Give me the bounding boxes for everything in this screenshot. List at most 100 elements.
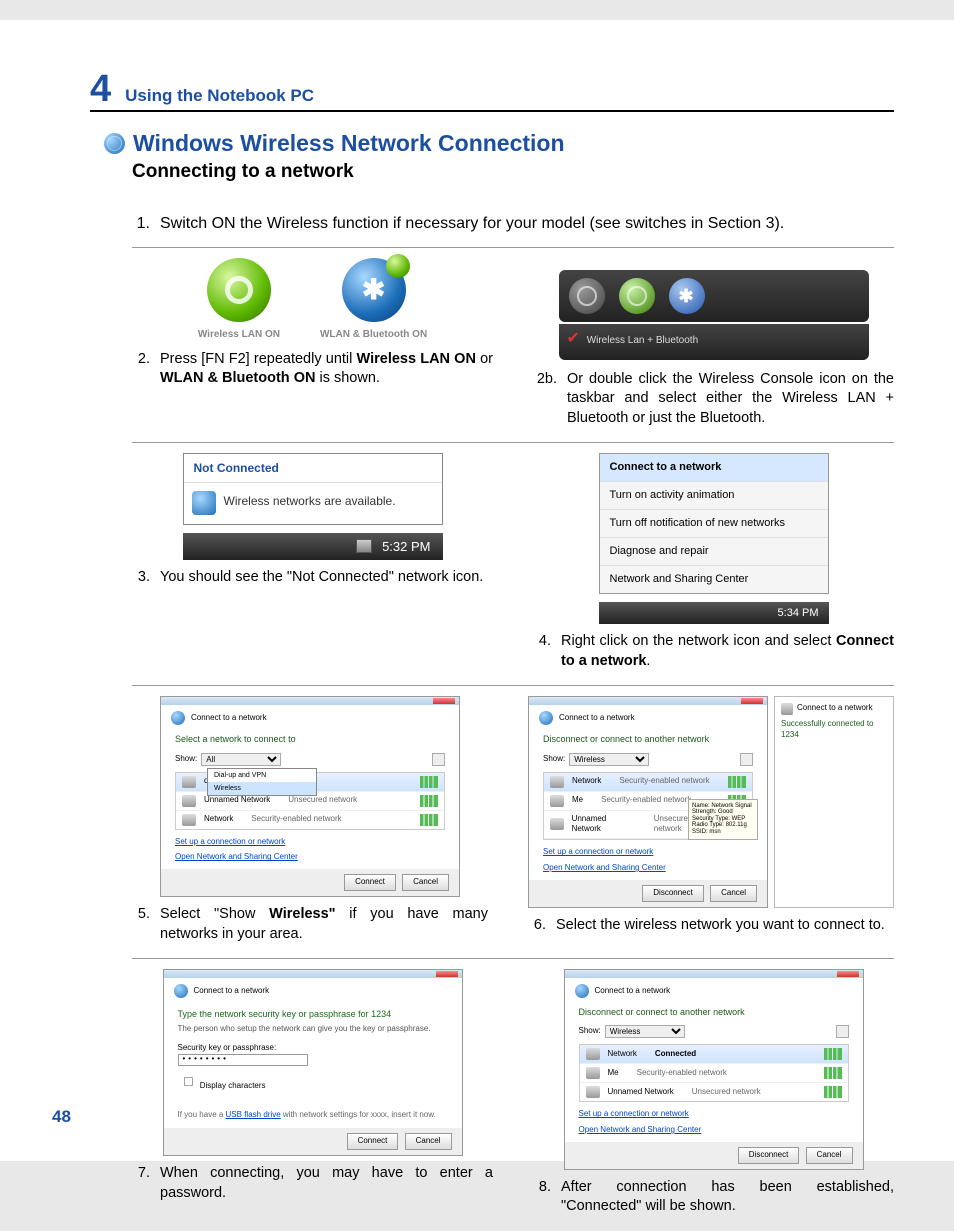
section-subtitle: Connecting to a network bbox=[132, 161, 894, 183]
menu-item-diagnose[interactable]: Diagnose and repair bbox=[600, 538, 828, 566]
connect-dialog-8: Connect to a network Disconnect or conne… bbox=[564, 969, 864, 1170]
bluetooth-icon bbox=[669, 278, 705, 314]
show-label: Show: bbox=[579, 1026, 601, 1037]
step-number: 2. bbox=[132, 350, 150, 389]
show-select[interactable]: Wireless bbox=[605, 1025, 685, 1038]
cancel-button[interactable]: Cancel bbox=[806, 1147, 853, 1164]
password-input[interactable]: •••••••• bbox=[178, 1054, 308, 1066]
net-type: Security-enabled network bbox=[601, 795, 691, 806]
dialog-link[interactable]: Open Network and Sharing Center bbox=[161, 849, 459, 869]
wireless-console-banner bbox=[559, 270, 869, 322]
dialog-header: Connect to a network bbox=[161, 705, 459, 731]
bubble-title: Connect to a network bbox=[781, 703, 887, 715]
refresh-icon[interactable] bbox=[740, 753, 753, 766]
step-body: Right click on the network icon and sele… bbox=[561, 632, 894, 671]
net-name: Network bbox=[204, 814, 233, 825]
dropdown-item[interactable]: Dial-up and VPN bbox=[208, 769, 316, 782]
network-icon bbox=[586, 1048, 600, 1060]
step-8: Connect to a network Disconnect or conne… bbox=[533, 969, 894, 1217]
net-type: Unsecured network bbox=[692, 1087, 761, 1098]
net-type: Connected bbox=[655, 1049, 696, 1060]
osd-wlan-label: Wireless LAN ON bbox=[198, 328, 280, 342]
list-item[interactable]: Network Connected bbox=[580, 1045, 848, 1064]
step-4: Connect to a network Turn on activity an… bbox=[533, 453, 894, 671]
step-body: Or double click the Wireless Console ico… bbox=[567, 370, 894, 429]
signal-bars-icon bbox=[420, 814, 438, 826]
back-icon[interactable] bbox=[575, 984, 589, 998]
step-number: 7. bbox=[132, 1164, 150, 1203]
step-number: 8. bbox=[533, 1178, 551, 1217]
net-name: Unnamed Network bbox=[204, 795, 270, 806]
network-icon bbox=[182, 795, 196, 807]
net-name: Me bbox=[608, 1068, 619, 1079]
menu-item-notification[interactable]: Turn off notification of new networks bbox=[600, 510, 828, 538]
step-1: 1. Switch ON the Wireless function if ne… bbox=[132, 205, 894, 248]
list-item[interactable]: Network Security-enabled network bbox=[176, 811, 444, 829]
list-item[interactable]: Me Security-enabled network bbox=[580, 1064, 848, 1083]
network-list: Network Security-enabled network Me Secu… bbox=[543, 772, 753, 841]
network-icon bbox=[550, 818, 564, 830]
show-select[interactable]: All bbox=[201, 753, 281, 766]
network-icon bbox=[550, 776, 564, 788]
network-tray-icon[interactable] bbox=[356, 539, 372, 553]
net-name: Network bbox=[608, 1049, 637, 1060]
connect-button[interactable]: Connect bbox=[344, 874, 396, 891]
refresh-icon[interactable] bbox=[432, 753, 445, 766]
step-body: Press [FN F2] repeatedly until Wireless … bbox=[160, 350, 493, 389]
net-type: Security-enabled network bbox=[637, 1068, 727, 1079]
page-number: 48 bbox=[52, 1107, 71, 1127]
refresh-icon[interactable] bbox=[836, 1025, 849, 1038]
list-item[interactable]: Unnamed Network Unsecured network bbox=[580, 1083, 848, 1101]
step-6: Connect to a network Disconnect or conne… bbox=[528, 696, 894, 944]
connect-dialog-6: Connect to a network Disconnect or conne… bbox=[528, 696, 768, 907]
back-icon[interactable] bbox=[539, 711, 553, 725]
step-number: 1. bbox=[132, 215, 150, 233]
show-select[interactable]: Wireless bbox=[569, 753, 649, 766]
connect-button[interactable]: Connect bbox=[347, 1133, 399, 1150]
pw-label: Security key or passphrase: bbox=[178, 1043, 448, 1054]
window-titlebar bbox=[161, 697, 459, 705]
list-item[interactable]: Network Security-enabled network bbox=[544, 773, 752, 792]
cancel-button[interactable]: Cancel bbox=[710, 885, 757, 902]
step-body: When connecting, you may have to enter a… bbox=[160, 1164, 493, 1203]
cancel-button[interactable]: Cancel bbox=[402, 874, 449, 891]
net-type: Unsecured network bbox=[288, 795, 357, 806]
success-bubble: Connect to a network Successfully connec… bbox=[774, 696, 894, 907]
menu-item-animation[interactable]: Turn on activity animation bbox=[600, 482, 828, 510]
connect-dialog-5: Connect to a network Select a network to… bbox=[160, 696, 460, 897]
net-name: Unnamed Network bbox=[572, 814, 636, 836]
network-tooltip: Name: Network Signal Strength: Good Secu… bbox=[688, 799, 758, 840]
dialog-header: Connect to a network bbox=[164, 978, 462, 1004]
section-title-row: Windows Wireless Network Connection bbox=[104, 130, 894, 157]
manual-page: 4 Using the Notebook PC Windows Wireless… bbox=[0, 20, 954, 1161]
dialog-footer: Disconnect Cancel bbox=[565, 1142, 863, 1169]
signal-bars-icon bbox=[824, 1067, 842, 1079]
section-title: Windows Wireless Network Connection bbox=[133, 130, 565, 157]
menu-item-connect[interactable]: Connect to a network bbox=[600, 454, 828, 482]
tray-clock: 5:34 PM bbox=[778, 606, 819, 621]
display-chars-checkbox[interactable] bbox=[183, 1077, 192, 1086]
disconnect-button[interactable]: Disconnect bbox=[738, 1147, 800, 1164]
dialog-title: Connect to a network bbox=[194, 986, 270, 997]
dialog-prompt: Select a network to connect to bbox=[161, 731, 459, 750]
pw-hint: The person who setup the network can giv… bbox=[178, 1024, 448, 1035]
menu-item-sharing[interactable]: Network and Sharing Center bbox=[600, 566, 828, 593]
show-filter: Show: Wireless bbox=[529, 751, 767, 770]
step-7-8-row: Connect to a network Type the network se… bbox=[132, 959, 894, 1231]
dialog-header: Connect to a network bbox=[565, 978, 863, 1004]
globe-icon bbox=[104, 133, 125, 154]
osd-both-label: WLAN & Bluetooth ON bbox=[320, 328, 427, 342]
back-icon[interactable] bbox=[174, 984, 188, 998]
step-2: Wireless LAN ON ✱ WLAN & Bluetooth ON 2.… bbox=[132, 258, 493, 428]
usb-link[interactable]: USB flash drive bbox=[226, 1110, 281, 1119]
signal-bars-icon bbox=[824, 1048, 842, 1060]
net-name: Network bbox=[572, 776, 601, 787]
back-icon[interactable] bbox=[171, 711, 185, 725]
dialog-link[interactable]: Open Network and Sharing Center bbox=[529, 860, 767, 880]
show-label: Show: bbox=[175, 754, 197, 765]
cancel-button[interactable]: Cancel bbox=[405, 1133, 452, 1150]
net-type: Security-enabled network bbox=[619, 776, 709, 787]
disconnect-button[interactable]: Disconnect bbox=[642, 885, 704, 902]
dialog-link[interactable]: Open Network and Sharing Center bbox=[565, 1122, 863, 1142]
dropdown-item[interactable]: Wireless bbox=[208, 782, 316, 795]
